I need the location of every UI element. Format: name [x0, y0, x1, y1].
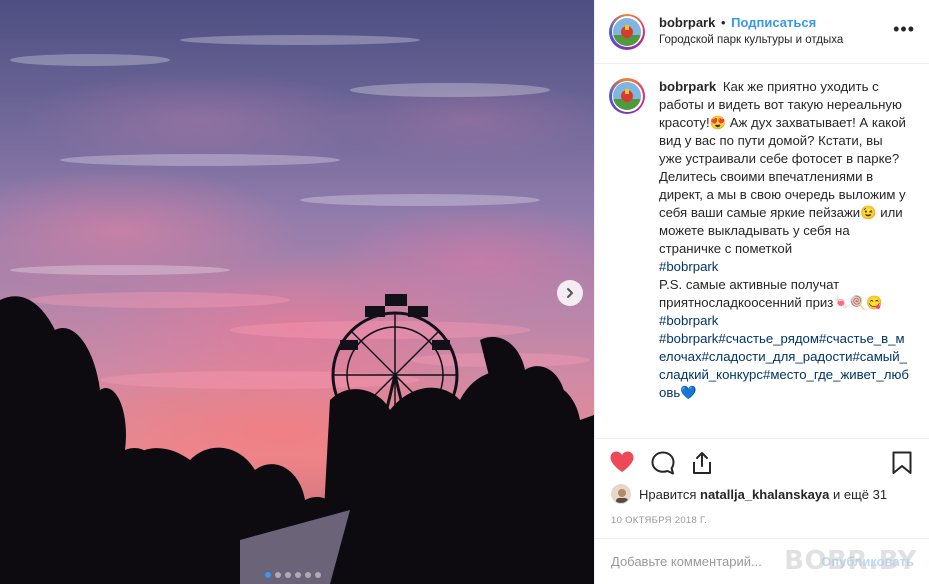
carousel-indicator: [265, 572, 321, 578]
header-text: bobrpark • Подписаться Городской парк ку…: [659, 15, 843, 48]
avatar-frame: [611, 80, 643, 112]
comment-button[interactable]: [650, 450, 676, 481]
caption-text: Как же приятно уходить с работы и видеть…: [659, 79, 906, 256]
more-options-icon[interactable]: •••: [893, 20, 915, 38]
share-icon: [693, 452, 711, 474]
watermark-logo: BOBR.BY: [784, 546, 917, 576]
carousel-dot: [295, 572, 301, 578]
avatar[interactable]: [609, 13, 645, 50]
post-header: bobrpark • Подписаться Городской парк ку…: [595, 0, 929, 64]
hashtag-link[interactable]: #bobrpark: [659, 312, 909, 330]
location-link[interactable]: Городской парк культуры и отдыха: [659, 32, 843, 48]
hashtag-link[interactable]: #bobrpark: [659, 258, 909, 276]
post-caption: bobrpark Как же приятно уходить с работы…: [659, 78, 909, 438]
bobrpark-logo-icon: [613, 82, 641, 110]
bookmark-icon: [892, 451, 912, 474]
bobrpark-logo-icon: [613, 17, 641, 46]
follow-button[interactable]: Подписаться: [731, 15, 816, 30]
heart-icon: [610, 451, 634, 472]
liker-username-link[interactable]: natallja_khalanskaya: [700, 487, 829, 502]
chevron-right-icon: [567, 288, 573, 298]
share-button[interactable]: [690, 450, 714, 481]
avatar[interactable]: [609, 78, 645, 114]
post-photo[interactable]: [0, 0, 594, 584]
separator-dot: •: [720, 15, 726, 30]
like-button[interactable]: [609, 450, 635, 479]
post-details-panel: bobrpark • Подписаться Городской парк ку…: [594, 0, 929, 584]
carousel-dot: [265, 572, 271, 578]
liker-avatar[interactable]: [611, 484, 631, 504]
carousel-dot: [315, 572, 321, 578]
likes-summary: Нравится natallja_khalanskaya и ещё 31: [611, 484, 887, 504]
header-row: bobrpark • Подписаться: [659, 15, 843, 31]
carousel-dot: [285, 572, 291, 578]
sunset-scene-image: [0, 35, 594, 584]
caption-area: bobrpark Как же приятно уходить с работы…: [595, 64, 929, 438]
carousel-dot: [305, 572, 311, 578]
caption-username-link[interactable]: bobrpark: [659, 79, 716, 94]
post-date[interactable]: 10 ОКТЯБРЯ 2018 Г.: [611, 515, 707, 526]
next-photo-button[interactable]: [557, 280, 583, 306]
blue-heart-emoji: 💙: [680, 385, 697, 400]
post-actions: [595, 438, 929, 488]
username-link[interactable]: bobrpark: [659, 15, 715, 30]
avatar-frame: [611, 16, 643, 47]
likes-suffix[interactable]: и ещё 31: [833, 487, 887, 502]
carousel-dot: [275, 572, 281, 578]
save-button[interactable]: [891, 450, 913, 481]
caption-ps-text: P.S. самые активные получат приятносладк…: [659, 277, 883, 310]
likes-prefix: Нравится: [639, 486, 697, 502]
comment-icon: [651, 451, 675, 475]
